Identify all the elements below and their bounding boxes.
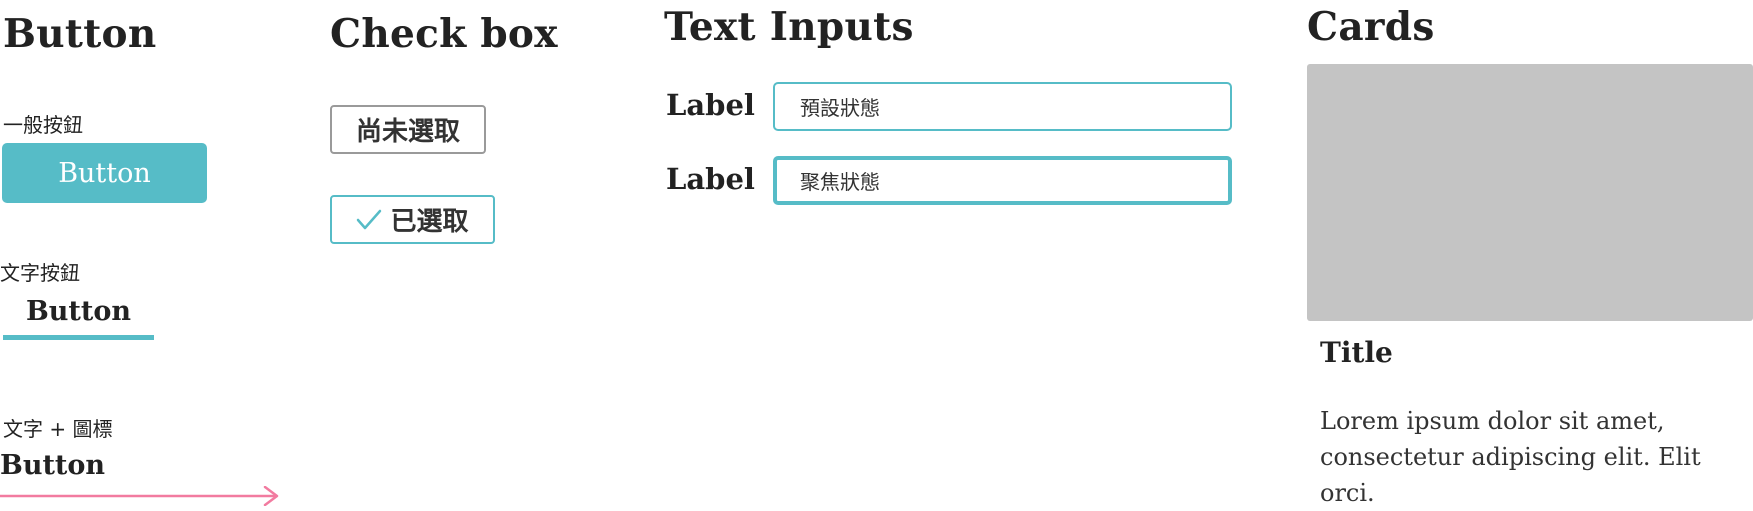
primary-button[interactable]: Button xyxy=(2,143,207,203)
icon-button-label: Button xyxy=(0,450,106,481)
checkmark-icon xyxy=(357,209,382,229)
text-button-label: Button xyxy=(25,296,132,327)
section-title-cards: Cards xyxy=(1307,4,1435,50)
card-title: Title xyxy=(1320,336,1393,369)
section-title-button: Button xyxy=(3,11,157,57)
text-input-default[interactable] xyxy=(773,82,1232,131)
text-button-underline xyxy=(3,335,154,340)
input-label-focus: Label xyxy=(666,162,755,196)
primary-button-caption: 一般按鈕 xyxy=(3,113,83,137)
checkbox-checked[interactable]: 已選取 xyxy=(330,195,495,244)
arrow-right-icon xyxy=(0,486,279,506)
input-label-default: Label xyxy=(666,88,755,122)
icon-button[interactable]: Button xyxy=(0,450,282,510)
checkbox-unchecked[interactable]: 尚未選取 xyxy=(330,105,486,154)
checkbox-checked-label: 已選取 xyxy=(390,207,469,237)
section-title-text-inputs: Text Inputs xyxy=(664,4,914,50)
card-image-placeholder xyxy=(1307,64,1753,321)
section-title-checkbox: Check box xyxy=(330,11,558,57)
text-input-focus[interactable] xyxy=(773,156,1232,205)
checkbox-unchecked-label: 尚未選取 xyxy=(355,117,460,147)
text-button[interactable]: Button xyxy=(3,296,154,340)
card-body: Lorem ipsum dolor sit amet, consectetur … xyxy=(1320,407,1701,507)
primary-button-label: Button xyxy=(58,157,151,189)
icon-button-caption: 文字 + 圖標 xyxy=(3,417,113,441)
text-button-caption: 文字按鈕 xyxy=(0,261,80,285)
